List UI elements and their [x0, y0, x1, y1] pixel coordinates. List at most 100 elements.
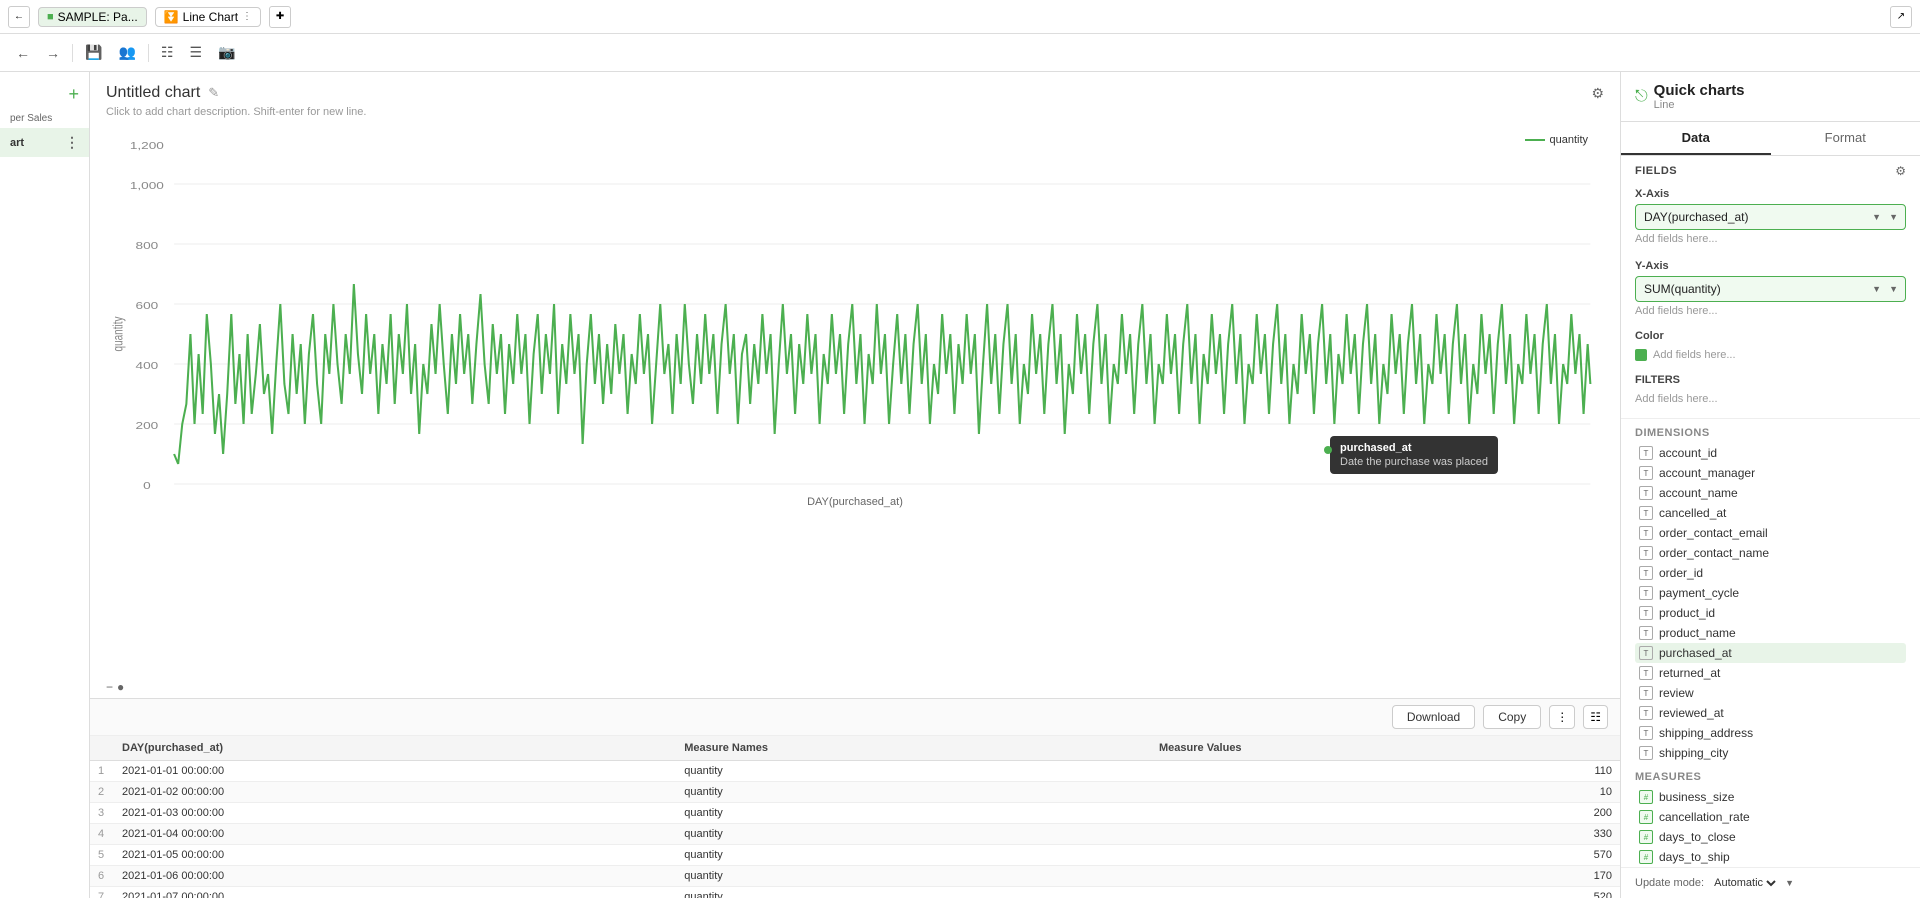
dimension-type-icon: T: [1639, 546, 1653, 560]
dimension-label: order_id: [1659, 566, 1703, 580]
dimension-type-icon: T: [1639, 646, 1653, 660]
line-chart-tab[interactable]: ⏬ Line Chart ⋮: [155, 7, 261, 27]
expand-button[interactable]: ↗: [1890, 6, 1912, 28]
back-button[interactable]: ←: [12, 43, 34, 63]
dimension-item[interactable]: T account_id: [1635, 443, 1906, 463]
table-area: Download Copy ⋮ ☷ DAY(purchased_at) Meas…: [90, 698, 1620, 898]
measure-item[interactable]: # days_to_close: [1635, 827, 1906, 847]
collapse-button[interactable]: ←: [8, 6, 30, 28]
copy-button[interactable]: Copy: [1483, 705, 1541, 729]
dimension-type-icon: T: [1639, 506, 1653, 520]
dimension-item[interactable]: T payment_cycle: [1635, 583, 1906, 603]
dimension-label: order_contact_email: [1659, 526, 1768, 540]
zoom-dot-button[interactable]: ●: [117, 680, 124, 694]
dimensions-list: T account_id T account_manager T account…: [1635, 443, 1906, 763]
chart-description[interactable]: Click to add chart description. Shift-en…: [90, 106, 1620, 126]
dimension-label: order_contact_name: [1659, 546, 1769, 560]
dimension-item[interactable]: T shipping_address: [1635, 723, 1906, 743]
dimension-label: account_name: [1659, 486, 1738, 500]
dimension-item[interactable]: T order_id: [1635, 563, 1906, 583]
dimension-item[interactable]: T cancelled_at: [1635, 503, 1906, 523]
table-layout-button[interactable]: ⋮: [1549, 705, 1575, 729]
row-measure: quantity: [676, 761, 1151, 782]
panel-tabs: Data Format: [1621, 122, 1920, 156]
dimension-item[interactable]: T reviewed_at: [1635, 703, 1906, 723]
dimension-label: shipping_address: [1659, 726, 1753, 740]
dimension-label: account_manager: [1659, 466, 1755, 480]
sample-tab-label: SAMPLE: Pa...: [58, 10, 138, 24]
measure-item[interactable]: # days_to_ship: [1635, 847, 1906, 867]
filters-label: FILTERS: [1635, 374, 1906, 386]
color-select-row: Add fields here...: [1635, 346, 1906, 364]
dimension-item[interactable]: T purchased_at: [1635, 643, 1906, 663]
filter-button[interactable]: 📷: [214, 42, 239, 63]
save-button[interactable]: 💾: [81, 42, 106, 63]
edit-title-icon[interactable]: ✎: [208, 85, 219, 101]
toolbar: ← → 💾 👥 ☷ ☰ 📷: [0, 34, 1920, 72]
x-axis-select-container: DAY(purchased_at) ▼: [1635, 204, 1906, 230]
chart-settings-icon[interactable]: ⚙: [1591, 85, 1604, 102]
dimension-type-icon: T: [1639, 486, 1653, 500]
sidebar-chart-item[interactable]: art ⋮: [0, 128, 89, 157]
dimension-item[interactable]: T account_manager: [1635, 463, 1906, 483]
color-add-fields[interactable]: Add fields here...: [1653, 346, 1736, 364]
dimension-label: cancelled_at: [1659, 506, 1726, 520]
row-date: 2021-01-05 00:00:00: [114, 845, 676, 866]
dimension-label: purchased_at: [1659, 646, 1732, 660]
table-row: 7 2021-01-07 00:00:00 quantity 520: [90, 887, 1620, 898]
main-layout: + per Sales art ⋮ Untitled chart ✎ ⚙ Cli…: [0, 72, 1920, 898]
grid-button[interactable]: ☷: [157, 42, 178, 63]
row-measure: quantity: [676, 824, 1151, 845]
table-row: 3 2021-01-03 00:00:00 quantity 200: [90, 803, 1620, 824]
dimension-item[interactable]: T product_name: [1635, 623, 1906, 643]
chart-options-icon[interactable]: ⋮: [242, 11, 252, 22]
measure-label: days_to_ship: [1659, 850, 1730, 864]
quick-charts-title-text: Quick charts Line: [1654, 82, 1745, 111]
dimension-item[interactable]: T product_id: [1635, 603, 1906, 623]
layout-button[interactable]: ☰: [185, 42, 206, 63]
share-button[interactable]: 👥: [114, 42, 139, 63]
y-axis-value: SUM(quantity): [1644, 282, 1721, 296]
measure-item[interactable]: # cancellation_rate: [1635, 807, 1906, 827]
sample-tab[interactable]: ■ SAMPLE: Pa...: [38, 7, 147, 27]
quick-charts-subtitle: Line: [1654, 99, 1745, 111]
dimension-label: product_name: [1659, 626, 1736, 640]
dimension-item[interactable]: T order_contact_name: [1635, 543, 1906, 563]
toolbar-divider-1: [72, 44, 73, 62]
tab-data[interactable]: Data: [1621, 122, 1771, 155]
add-item-button[interactable]: +: [0, 80, 89, 109]
dimension-item[interactable]: T account_name: [1635, 483, 1906, 503]
sidebar-item-options[interactable]: ⋮: [65, 134, 79, 151]
right-panel: ⎋ Quick charts Line Data Format FIELDS ⚙…: [1620, 72, 1920, 898]
filters-add-fields[interactable]: Add fields here...: [1635, 390, 1906, 408]
forward-button[interactable]: →: [42, 43, 64, 63]
x-axis-select[interactable]: DAY(purchased_at) ▼: [1635, 204, 1906, 230]
line-chart-icon: ⏬: [164, 10, 179, 24]
center-content: Untitled chart ✎ ⚙ Click to add chart de…: [90, 72, 1620, 898]
dimension-type-icon: T: [1639, 706, 1653, 720]
col-measure-names: Measure Names: [676, 736, 1151, 761]
row-value: 200: [1151, 803, 1620, 824]
y-axis-select[interactable]: SUM(quantity) ▼: [1635, 276, 1906, 302]
dimension-type-icon: T: [1639, 526, 1653, 540]
update-mode-select[interactable]: Automatic Manual: [1710, 876, 1779, 890]
measure-type-icon: #: [1639, 850, 1653, 864]
table-expand-button[interactable]: ☷: [1583, 705, 1608, 729]
section-divider: [1621, 418, 1920, 419]
row-value: 330: [1151, 824, 1620, 845]
dimension-item[interactable]: T review: [1635, 683, 1906, 703]
dimension-label: account_id: [1659, 446, 1717, 460]
dimension-item[interactable]: T shipping_city: [1635, 743, 1906, 763]
measure-item[interactable]: # business_size: [1635, 787, 1906, 807]
y-axis-add-fields[interactable]: Add fields here...: [1635, 302, 1906, 320]
add-chart-button[interactable]: ✚: [269, 6, 291, 28]
fields-settings-icon[interactable]: ⚙: [1895, 164, 1906, 178]
dimension-item[interactable]: T returned_at: [1635, 663, 1906, 683]
dimension-type-icon: T: [1639, 586, 1653, 600]
download-button[interactable]: Download: [1392, 705, 1475, 729]
zoom-out-button[interactable]: −: [106, 680, 113, 694]
x-axis-add-fields[interactable]: Add fields here...: [1635, 230, 1906, 248]
tab-format[interactable]: Format: [1771, 122, 1920, 155]
y-axis-select-container: SUM(quantity) ▼: [1635, 276, 1906, 302]
dimension-item[interactable]: T order_contact_email: [1635, 523, 1906, 543]
